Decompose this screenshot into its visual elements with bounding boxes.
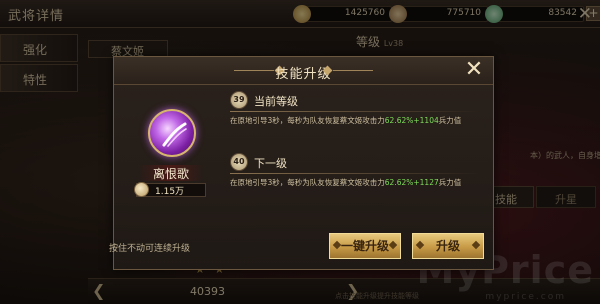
desc-text: 在原地引导3秒，每秒为队友恢复蔡文姬攻击力	[230, 116, 385, 125]
desc-value: 62.62%+1127	[384, 178, 439, 187]
hold-hint: 按住不动可连续升级	[109, 244, 191, 254]
current-level-title: 当前等级	[254, 95, 298, 108]
upgrade-cost: 1.15万	[134, 182, 206, 197]
cost-amount: 1.15万	[155, 187, 185, 197]
silver-coin-icon	[134, 182, 149, 197]
sound-wave-skill-icon	[148, 109, 196, 157]
desc-text: 在原地引导3秒，每秒为队友恢复蔡文姬攻击力	[230, 178, 385, 187]
close-button[interactable]: ✕	[463, 59, 485, 81]
skill-name: 离恨歌	[138, 165, 204, 181]
skill-upgrade-dialog: 技能升级 ✕ 离恨歌 1.15万 39 当前等级 在原地引导3秒，每秒为队友恢复…	[109, 56, 494, 270]
upgrade-button[interactable]: 升级	[412, 233, 484, 259]
dialog-header: 技能升级 ✕	[114, 57, 493, 85]
one-click-upgrade-button[interactable]: 一键升级	[329, 233, 401, 259]
section-divider	[230, 111, 480, 112]
next-level-badge: 40	[230, 153, 248, 171]
current-level-badge: 39	[230, 91, 248, 109]
next-level-desc: 在原地引导3秒，每秒为队友恢复蔡文姬攻击力62.62%+1127兵力值	[230, 177, 461, 188]
skill-panel: 离恨歌 1.15万	[120, 91, 220, 211]
title-divider	[333, 70, 373, 71]
next-level-title: 下一级	[254, 157, 287, 170]
desc-value: 62.62%+1104	[384, 116, 439, 125]
dialog-title: 技能升级	[275, 67, 332, 82]
desc-text: 兵力值	[438, 178, 462, 187]
current-level-desc: 在原地引导3秒，每秒为队友恢复蔡文姬攻击力62.62%+1104兵力值	[230, 115, 461, 126]
desc-text: 兵力值	[438, 116, 462, 125]
section-divider	[230, 173, 480, 174]
